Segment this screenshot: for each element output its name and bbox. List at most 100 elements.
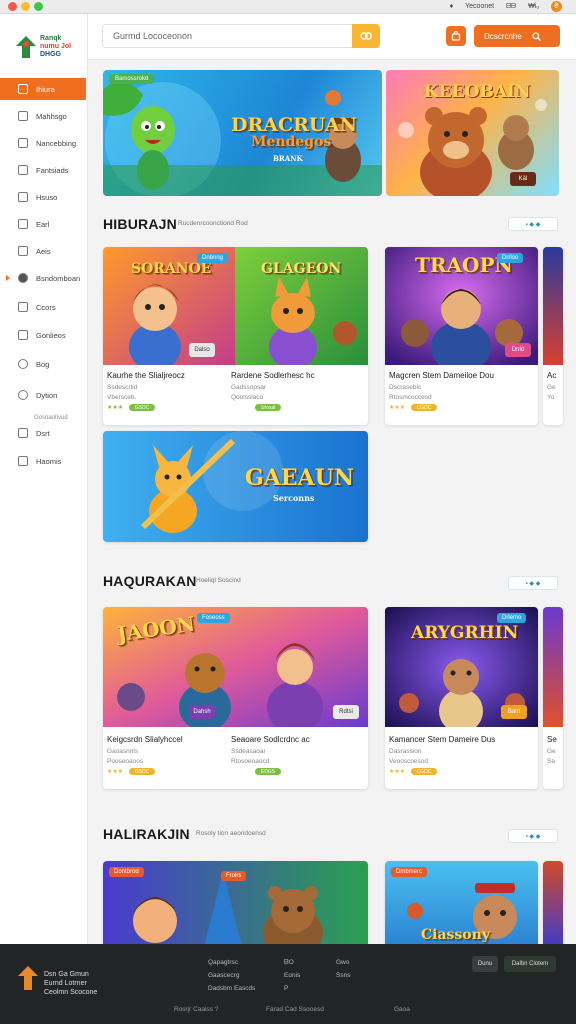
sidebar-item-6[interactable]: Earl xyxy=(0,213,86,235)
notification-button[interactable] xyxy=(446,26,466,46)
footer-bottom-link[interactable]: Rosrjr Caaiss ? xyxy=(174,1006,218,1013)
game-card[interactable]: TRAOPN Drrloo Dnld Magcren Stem Dameiloe… xyxy=(385,247,538,425)
footer-link[interactable]: Dadsbm Eascds xyxy=(208,982,255,995)
promo-banner-2[interactable]: KEEOBAIN Kǎl xyxy=(386,70,559,196)
card-chip: Foseoss xyxy=(197,613,230,623)
sidebar-item-9[interactable]: Ccors xyxy=(0,296,86,318)
card-image-title: GAEAUN xyxy=(245,465,354,491)
logo-icon xyxy=(16,36,36,58)
footer-links-3: Gwo Ssns xyxy=(336,956,350,982)
game-card-partial[interactable]: Se Ge Sa xyxy=(543,607,563,789)
login-button[interactable]: Dcscrcnhe xyxy=(474,25,560,47)
game-card[interactable]: ARYGRHIN Drlemo Bant Kamancer Stem Damei… xyxy=(385,607,538,789)
search-bar[interactable]: Gurmd Lococeonon xyxy=(102,24,380,48)
window-titlebar: ♦ Yecoonet ᗷᗷ ₩iₒ ₴ xyxy=(0,0,576,14)
sidebar-item-home[interactable]: Ihiura xyxy=(0,78,86,100)
footer-logo-icon xyxy=(18,966,38,990)
banner-2-button[interactable]: Kǎl xyxy=(510,172,536,186)
wallet-icon[interactable]: ₴ xyxy=(551,1,562,12)
footer-link[interactable]: Eonis xyxy=(284,969,300,982)
gift-icon xyxy=(18,138,28,148)
section-2-more-button[interactable]: ▪ ◆ ◆ xyxy=(508,576,558,590)
card-meta: Qoolsslaco xyxy=(231,394,264,401)
card-title: Kaurhe the Slialjreocz xyxy=(107,371,185,380)
game-card-partial[interactable] xyxy=(543,861,563,944)
game-card[interactable]: JAOON Foseoss Dahsh Rdtsi Keigcsrdn Slia… xyxy=(103,607,368,789)
titlebar-item-1[interactable]: Yecoonet xyxy=(465,3,494,10)
sidebar: Ranqk numu Jol DHGG Ihiura Mahhsgo Nance… xyxy=(0,14,88,944)
footer-link[interactable]: Qapagtrsc xyxy=(208,956,255,969)
minimize-window-button[interactable] xyxy=(21,2,30,11)
promo-banner-1[interactable]: Bamossrokd DRACRUAN Mendegos BRANK xyxy=(103,70,382,196)
card-image-title: Ciassony xyxy=(421,927,490,943)
sidebar-item-14[interactable]: Haomis xyxy=(0,450,86,472)
card-meta: Gaoasnnls xyxy=(107,748,139,755)
card-icon xyxy=(18,219,28,229)
titlebar-item-3[interactable]: ₩iₒ xyxy=(528,3,539,10)
book-icon xyxy=(18,456,28,466)
sidebar-item-13[interactable]: Dsrt xyxy=(0,422,86,444)
card-chip: Dmbmerc xyxy=(391,867,428,877)
game-card-wide[interactable]: GAEAUN Serconns xyxy=(103,431,368,542)
logo-text: Ranqk numu Jol DHGG xyxy=(40,35,72,58)
card-play-button[interactable]: Dnld xyxy=(505,343,531,357)
footer-link[interactable]: Gaascecrg xyxy=(208,969,255,982)
top-header: Gurmd Lococeonon Dcscrcnhe xyxy=(88,14,576,60)
footer-link[interactable]: ᗷO xyxy=(284,956,300,969)
game-card[interactable]: SORANOE GLAGEON Dnbnng Dalso Kaurhe the … xyxy=(103,247,368,425)
card-play-button[interactable]: Dalso xyxy=(189,343,215,357)
card-meta: Pooseoaoos xyxy=(107,758,144,765)
footer-link[interactable]: Gwo xyxy=(336,956,350,969)
card-meta: Dasrassion xyxy=(389,748,422,755)
search-icon xyxy=(532,31,541,41)
brand-logo[interactable]: Ranqk numu Jol DHGG xyxy=(14,32,74,76)
banner-title-3: BRANK xyxy=(273,154,303,163)
card-meta: Ssdeasaoar xyxy=(231,748,266,755)
footer-links-1: Qapagtrsc Gaascecrg Dadsbm Eascds xyxy=(208,956,255,995)
footer-link[interactable]: P xyxy=(284,982,300,995)
card-play-button[interactable]: Rdtsi xyxy=(333,705,359,719)
section-1-more-button[interactable]: ▪ ◆ ◆ xyxy=(508,217,558,231)
card-play-button[interactable]: Dahsh xyxy=(189,705,215,719)
sidebar-item-11[interactable]: Bog xyxy=(0,353,86,375)
footer-button-2[interactable]: Dalbn Clotem xyxy=(504,956,556,972)
sidebar-item-4[interactable]: Fantsiads xyxy=(0,159,86,181)
sidebar-item-2[interactable]: Mahhsgo xyxy=(0,105,86,127)
footer-bottom-link[interactable]: Gaoa xyxy=(394,1006,410,1013)
card-title: Keigcsrdn Slialyhccel xyxy=(107,735,183,744)
tag-pill: EDGS xyxy=(255,768,281,775)
banner-title-2: Mendegos xyxy=(251,134,332,150)
game-card[interactable]: Dmbmerc Ciassony xyxy=(385,861,538,944)
card-image-title: ARYGRHIN xyxy=(411,623,519,643)
sidebar-item-7[interactable]: Aeis xyxy=(0,240,86,262)
game-card-partial[interactable]: Ac Ge Yo xyxy=(543,247,563,425)
maximize-window-button[interactable] xyxy=(34,2,43,11)
search-button[interactable] xyxy=(352,24,380,48)
card-play-button[interactable]: Bant xyxy=(501,705,527,719)
chart-icon xyxy=(18,330,28,340)
footer-link[interactable]: Ssns xyxy=(336,969,350,982)
sidebar-item-8[interactable]: Bsndomboan xyxy=(0,267,86,289)
card-image-title: GLAGEON xyxy=(261,261,342,277)
sidebar-item-5[interactable]: Hsuso xyxy=(0,186,86,208)
search-input[interactable]: Gurmd Lococeonon xyxy=(113,31,192,41)
footer-bottom-link[interactable]: Farad Cad Ssooesd xyxy=(266,1006,324,1013)
coin-icon xyxy=(18,302,28,312)
game-card[interactable]: Dontbrod Frolrs xyxy=(103,861,368,944)
bell-icon[interactable]: ♦ xyxy=(450,3,454,10)
sidebar-sub-label: Gosoaotivud xyxy=(34,415,68,421)
section-3-more-button[interactable]: ▪ ◆ ◆ xyxy=(508,829,558,843)
sidebar-item-12[interactable]: Dytion xyxy=(0,384,86,406)
card-chip: Drrloo xyxy=(497,253,524,263)
close-window-button[interactable] xyxy=(8,2,17,11)
sidebar-item-3[interactable]: Nancebbing xyxy=(0,132,86,154)
house-icon xyxy=(18,192,28,202)
card-chip: Drlemo xyxy=(497,613,527,623)
sidebar-item-10[interactable]: Gonlieos xyxy=(0,324,86,346)
card-meta: Gadssopsar xyxy=(231,384,267,391)
footer-button-1[interactable]: Dunu xyxy=(472,956,498,972)
rating-stars: ★★★ xyxy=(107,769,124,775)
titlebar-item-2[interactable]: ᗷᗷ xyxy=(506,3,516,11)
card-title: Magcren Stem Dameiloe Dou xyxy=(389,371,494,380)
card-image-subtitle: Serconns xyxy=(273,493,315,503)
